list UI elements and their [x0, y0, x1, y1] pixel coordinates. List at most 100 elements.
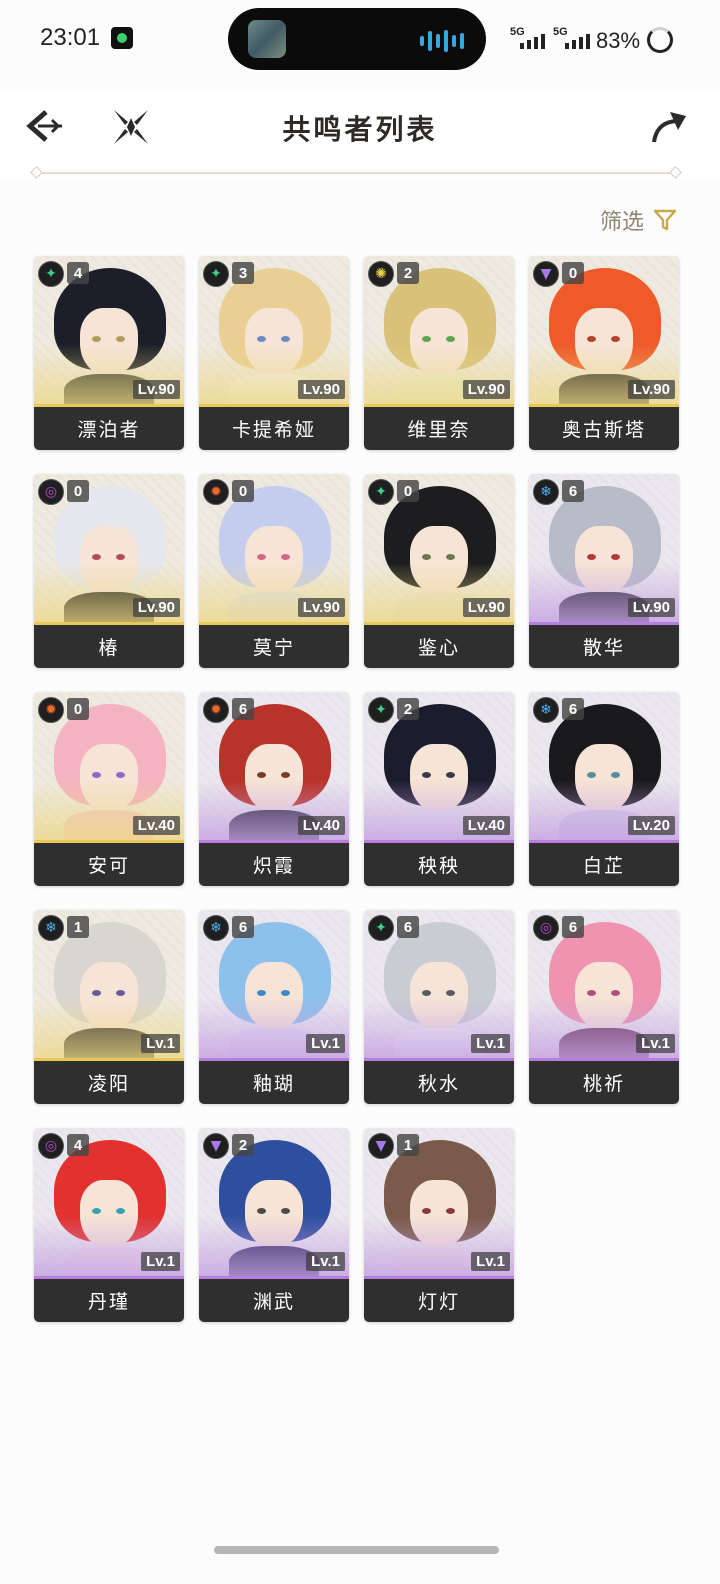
character-name: 卡提希娅 [199, 407, 349, 450]
character-card[interactable]: ❄ 6 Lv.1 釉瑚 [199, 910, 349, 1104]
level-badge: Lv.90 [297, 598, 345, 617]
character-card[interactable]: ❄ 6 Lv.20 白芷 [529, 692, 679, 886]
sequence-badge: 0 [67, 480, 89, 502]
portrait-eye [116, 1208, 125, 1214]
element-glacio-icon: ❄ [533, 697, 559, 723]
character-name: 桃祈 [529, 1061, 679, 1104]
element-aero-icon: ✦ [38, 261, 64, 287]
character-name: 凌阳 [34, 1061, 184, 1104]
sequence-badge: 2 [397, 698, 419, 720]
sequence-badge: 2 [232, 1134, 254, 1156]
character-portrait: ✦ 4 Lv.90 [34, 256, 184, 404]
sequence-badge: 1 [67, 916, 89, 938]
portrait-eye [116, 336, 125, 342]
level-badge: Lv.90 [462, 380, 510, 399]
portrait-eye [257, 1208, 266, 1214]
portrait-eye [257, 336, 266, 342]
dynamic-island[interactable] [228, 8, 486, 70]
sequence-badge: 1 [397, 1134, 419, 1156]
portrait-eye [281, 990, 290, 996]
character-grid: ✦ 4 Lv.90 漂泊者 ✦ 3 Lv.90 卡提希娅 ✺ 2 Lv.90 维… [34, 256, 684, 1322]
sequence-badge: 0 [232, 480, 254, 502]
character-card[interactable]: ✦ 4 Lv.90 漂泊者 [34, 256, 184, 450]
element-fusion-icon: ✹ [203, 697, 229, 723]
character-card[interactable]: ◎ 6 Lv.1 桃祈 [529, 910, 679, 1104]
character-card[interactable]: ❄ 1 Lv.1 凌阳 [34, 910, 184, 1104]
character-portrait: ❄ 6 Lv.1 [199, 910, 349, 1058]
character-name: 丹瑾 [34, 1279, 184, 1322]
character-portrait: ✺ 2 Lv.90 [364, 256, 514, 404]
character-portrait: ▼ 2 Lv.1 [199, 1128, 349, 1276]
portrait-eye [281, 1208, 290, 1214]
character-card[interactable]: ✦ 3 Lv.90 卡提希娅 [199, 256, 349, 450]
page-header: 共鸣者列表 [0, 90, 720, 180]
character-name: 秧秧 [364, 843, 514, 886]
sequence-badge: 0 [397, 480, 419, 502]
level-badge: Lv.1 [636, 1034, 675, 1053]
character-card[interactable]: ▼ 0 Lv.90 奥古斯塔 [529, 256, 679, 450]
battery-ring-icon [647, 27, 673, 53]
level-badge: Lv.1 [306, 1252, 345, 1271]
character-name: 椿 [34, 625, 184, 668]
share-arrow-icon[interactable] [646, 104, 692, 150]
character-card[interactable]: ▼ 2 Lv.1 渊武 [199, 1128, 349, 1322]
character-card[interactable]: ◎ 4 Lv.1 丹瑾 [34, 1128, 184, 1322]
level-badge: Lv.90 [132, 598, 180, 617]
portrait-eye [422, 990, 431, 996]
page-title: 共鸣者列表 [282, 113, 438, 146]
portrait-eye [611, 336, 620, 342]
portrait-eye [92, 336, 101, 342]
element-aero-icon: ✦ [368, 479, 394, 505]
character-portrait: ❄ 1 Lv.1 [34, 910, 184, 1058]
character-portrait: ❄ 6 Lv.90 [529, 474, 679, 622]
character-card[interactable]: ✦ 2 Lv.40 秧秧 [364, 692, 514, 886]
character-portrait: ❄ 6 Lv.20 [529, 692, 679, 840]
character-portrait: ▼ 1 Lv.1 [364, 1128, 514, 1276]
character-portrait: ▼ 0 Lv.90 [529, 256, 679, 404]
character-card[interactable]: ✺ 2 Lv.90 维里奈 [364, 256, 514, 450]
character-name: 维里奈 [364, 407, 514, 450]
portrait-eye [422, 554, 431, 560]
element-glacio-icon: ❄ [533, 479, 559, 505]
character-name: 灯灯 [364, 1279, 514, 1322]
character-name: 安可 [34, 843, 184, 886]
character-card[interactable]: ✹ 6 Lv.40 炽霞 [199, 692, 349, 886]
portrait-eye [116, 990, 125, 996]
portrait-eye [446, 1208, 455, 1214]
level-badge: Lv.1 [471, 1034, 510, 1053]
portrait-eye [587, 990, 596, 996]
sequence-badge: 6 [232, 698, 254, 720]
home-indicator[interactable] [214, 1546, 499, 1554]
character-card[interactable]: ✦ 6 Lv.1 秋水 [364, 910, 514, 1104]
character-card[interactable]: ✹ 0 Lv.40 安可 [34, 692, 184, 886]
app-notification-icon [111, 27, 133, 49]
character-name: 鉴心 [364, 625, 514, 668]
element-havoc-icon: ◎ [533, 915, 559, 941]
portrait-eye [116, 554, 125, 560]
portrait-eye [116, 772, 125, 778]
element-glacio-icon: ❄ [203, 915, 229, 941]
element-fusion-icon: ✹ [203, 479, 229, 505]
sequence-badge: 2 [397, 262, 419, 284]
element-havoc-icon: ◎ [38, 1133, 64, 1159]
character-card[interactable]: ❄ 6 Lv.90 散华 [529, 474, 679, 668]
status-time: 23:01 [40, 24, 101, 51]
portrait-eye [92, 554, 101, 560]
audio-wave-icon [420, 30, 464, 52]
character-card[interactable]: ✦ 0 Lv.90 鉴心 [364, 474, 514, 668]
filter-button[interactable]: 筛选 [600, 204, 678, 236]
character-card[interactable]: ▼ 1 Lv.1 灯灯 [364, 1128, 514, 1322]
level-badge: Lv.20 [627, 816, 675, 835]
character-portrait: ✹ 0 Lv.40 [34, 692, 184, 840]
portrait-eye [422, 336, 431, 342]
character-portrait: ◎ 6 Lv.1 [529, 910, 679, 1058]
character-name: 渊武 [199, 1279, 349, 1322]
level-badge: Lv.90 [132, 380, 180, 399]
character-card[interactable]: ◎ 0 Lv.90 椿 [34, 474, 184, 668]
sequence-badge: 6 [562, 698, 584, 720]
sequence-badge: 6 [562, 916, 584, 938]
character-card[interactable]: ✹ 0 Lv.90 莫宁 [199, 474, 349, 668]
filter-label: 筛选 [599, 210, 644, 235]
element-electro-icon: ▼ [533, 261, 559, 287]
level-badge: Lv.40 [462, 816, 510, 835]
